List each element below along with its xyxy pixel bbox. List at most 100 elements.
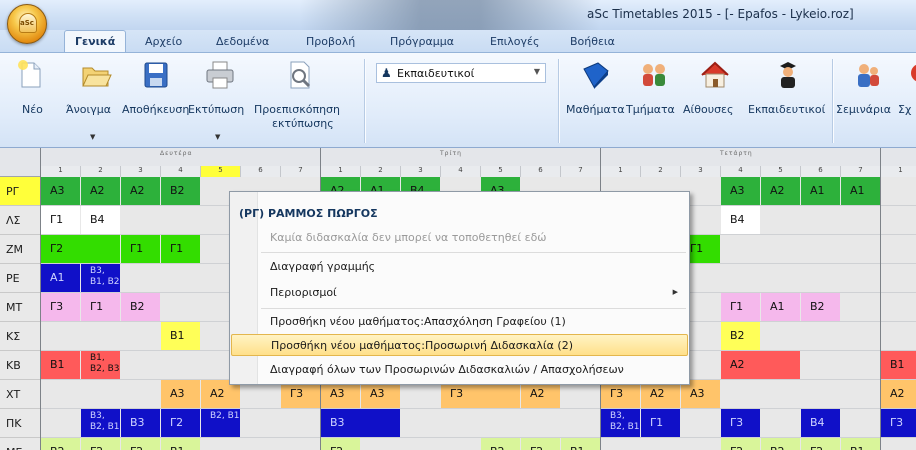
- lesson-card[interactable]: Γ2: [161, 409, 200, 437]
- printer-icon: [206, 61, 234, 89]
- more-button[interactable]: Σχ: [898, 53, 916, 149]
- tab-file[interactable]: Αρχείο: [145, 35, 182, 48]
- lesson-card[interactable]: B4: [81, 206, 120, 234]
- lesson-card[interactable]: A2: [121, 177, 160, 205]
- lesson-card[interactable]: Γ3: [881, 409, 916, 437]
- row-label-ΠΚ[interactable]: ΠΚ: [0, 409, 40, 438]
- lesson-card[interactable]: A3: [161, 380, 200, 408]
- row-label-ΛΣ[interactable]: ΛΣ: [0, 206, 40, 235]
- lesson-card[interactable]: Γ3: [41, 293, 80, 321]
- tab-view[interactable]: Προβολή: [306, 35, 355, 48]
- seminars-button[interactable]: Σεμινάρια: [836, 53, 898, 149]
- lesson-card[interactable]: B3: [321, 409, 400, 437]
- lesson-card[interactable]: Γ1: [641, 409, 680, 437]
- open-dropdown-arrow[interactable]: ▼: [90, 133, 95, 141]
- open-button[interactable]: Άνοιγμα ▼: [66, 53, 122, 149]
- print-button[interactable]: Εκτύπωση ▼: [188, 53, 250, 149]
- tab-general[interactable]: Γενικά: [64, 30, 127, 53]
- period-number: 7: [840, 166, 880, 177]
- lesson-card[interactable]: A1: [801, 177, 840, 205]
- lesson-card[interactable]: B3: [121, 409, 160, 437]
- lesson-card[interactable]: Γ2: [121, 438, 160, 450]
- lesson-card[interactable]: A2: [881, 380, 916, 408]
- lesson-card[interactable]: Γ2: [321, 438, 360, 450]
- lesson-card[interactable]: B3, B2, B1: [601, 409, 640, 437]
- lesson-card[interactable]: Γ2: [41, 235, 120, 263]
- subjects-button[interactable]: Μαθήματα: [566, 53, 626, 149]
- lesson-card[interactable]: B2: [801, 293, 840, 321]
- lesson-card[interactable]: A1: [841, 177, 880, 205]
- lesson-card[interactable]: B2: [121, 293, 160, 321]
- period-number: 3: [400, 166, 440, 177]
- row-label-ΡΕ[interactable]: ΡΕ: [0, 264, 40, 293]
- print-label: Εκτύπωση: [188, 103, 245, 116]
- print-dropdown-arrow[interactable]: ▼: [215, 133, 220, 141]
- lesson-card[interactable]: B2: [761, 438, 800, 450]
- lesson-card[interactable]: Γ1: [121, 235, 160, 263]
- row-label-ΚΣ[interactable]: ΚΣ: [0, 322, 40, 351]
- lesson-card[interactable]: Γ2: [81, 438, 120, 450]
- tab-options[interactable]: Επιλογές: [490, 35, 539, 48]
- lesson-card[interactable]: B1: [561, 438, 600, 450]
- lesson-card[interactable]: B1: [161, 438, 200, 450]
- lesson-card[interactable]: B1, B2, B3: [81, 351, 120, 379]
- row-label-ΜΓ[interactable]: ΜΓ: [0, 438, 40, 450]
- lesson-card[interactable]: B2: [721, 322, 760, 350]
- view-select[interactable]: ♟ Εκπαιδευτικοί ▼: [376, 63, 546, 83]
- menu-item-add-temporary-teaching[interactable]: Προσθήκη νέου μαθήματος:Προσωρινή Διδασκ…: [231, 334, 688, 356]
- row-label-ΧΤ[interactable]: ΧΤ: [0, 380, 40, 409]
- lesson-card[interactable]: Γ1: [161, 235, 200, 263]
- menu-item-delete-all-temporary[interactable]: Διαγραφή όλων των Προσωρινών Διδασκαλιών…: [231, 359, 688, 381]
- lesson-card[interactable]: B2: [481, 438, 520, 450]
- row-label-ΜΤ[interactable]: ΜΤ: [0, 293, 40, 322]
- lesson-card[interactable]: A3: [41, 177, 80, 205]
- menu-item-delete-row[interactable]: Διαγραφή γραμμής: [231, 256, 688, 278]
- classes-button[interactable]: Τμήματα: [626, 53, 682, 149]
- lesson-card[interactable]: Γ2: [721, 438, 760, 450]
- print-preview-button[interactable]: Προεπισκόπηση εκτύπωσης: [252, 53, 348, 149]
- lesson-card[interactable]: Γ2: [521, 438, 560, 450]
- lesson-card[interactable]: B3, B1, B2: [81, 264, 120, 292]
- lesson-card[interactable]: B3, B2, B1: [81, 409, 120, 437]
- lesson-card[interactable]: A3: [721, 177, 760, 205]
- lesson-card[interactable]: A1: [761, 293, 800, 321]
- tab-timetable[interactable]: Πρόγραμμα: [390, 35, 454, 48]
- tab-data[interactable]: Δεδομένα: [216, 35, 269, 48]
- lesson-card[interactable]: B1: [841, 438, 880, 450]
- lesson-card[interactable]: A2: [721, 351, 800, 379]
- rooms-button[interactable]: Αίθουσες: [683, 53, 747, 149]
- lesson-card[interactable]: Γ3: [721, 409, 760, 437]
- lesson-card[interactable]: Γ1: [81, 293, 120, 321]
- lesson-card[interactable]: Γ1: [721, 293, 760, 321]
- application-menu-button[interactable]: aSc: [7, 4, 47, 44]
- ribbon-separator: [364, 59, 365, 143]
- period-number: 6: [800, 166, 840, 177]
- lesson-card[interactable]: B1: [161, 322, 200, 350]
- lesson-card[interactable]: B2: [161, 177, 200, 205]
- lesson-card[interactable]: B1: [41, 351, 80, 379]
- lesson-card[interactable]: Γ2: [801, 438, 840, 450]
- period-number: 6: [520, 166, 560, 177]
- lesson-card[interactable]: B4: [801, 409, 840, 437]
- row-label-ΡΓ[interactable]: ΡΓ: [0, 177, 40, 206]
- period-number: 1: [320, 166, 360, 177]
- new-button[interactable]: Νέο: [8, 53, 52, 149]
- lesson-card[interactable]: A1: [41, 264, 80, 292]
- lesson-card[interactable]: B4: [721, 206, 760, 234]
- menu-item-constraints[interactable]: Περιορισμοί ▶: [231, 282, 688, 304]
- tab-help[interactable]: Βοήθεια: [570, 35, 615, 48]
- lesson-card[interactable]: B2, B1: [201, 409, 240, 437]
- teachers-button[interactable]: Εκπαιδευτικοί: [748, 53, 830, 149]
- save-button[interactable]: Αποθήκευση: [122, 53, 189, 149]
- lesson-card[interactable]: A2: [761, 177, 800, 205]
- lesson-card[interactable]: B1: [881, 351, 916, 379]
- row-label-ΖΜ[interactable]: ΖΜ: [0, 235, 40, 264]
- teachers-label: Εκπαιδευτικοί: [748, 103, 826, 116]
- row-label-ΚΒ[interactable]: ΚΒ: [0, 351, 40, 380]
- open-label: Άνοιγμα: [66, 103, 111, 116]
- lesson-card[interactable]: B2: [41, 438, 80, 450]
- lesson-card[interactable]: Γ1: [41, 206, 80, 234]
- chevron-down-icon: ▼: [533, 67, 540, 76]
- menu-item-add-office-duty[interactable]: Προσθήκη νέου μαθήματος:Απασχόληση Γραφε…: [231, 311, 688, 333]
- lesson-card[interactable]: A2: [81, 177, 120, 205]
